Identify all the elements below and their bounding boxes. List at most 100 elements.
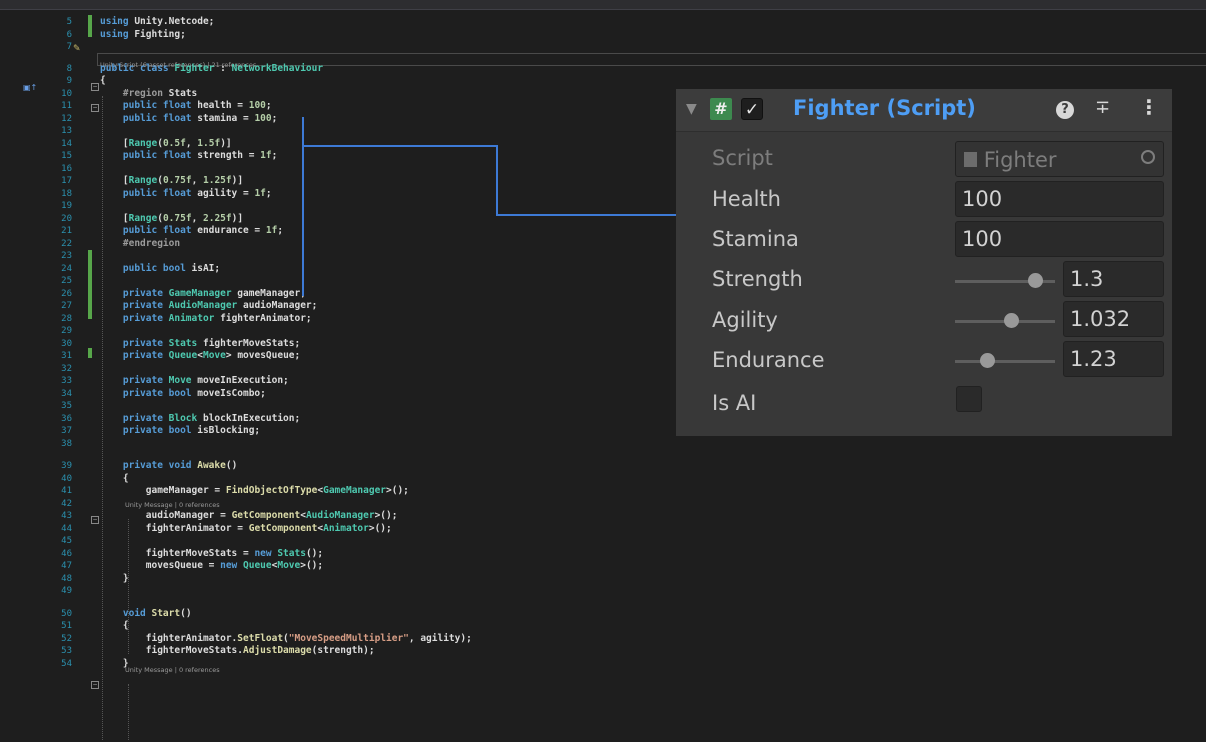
code-line[interactable]: private Stats fighterMoveStats;: [100, 338, 300, 349]
code-line[interactable]: }: [100, 573, 129, 584]
code-line[interactable]: fighterAnimator = GetComponent<Animator>…: [100, 523, 392, 534]
fold-toggle[interactable]: −: [91, 83, 99, 91]
line-number: 40: [61, 473, 72, 484]
code-line[interactable]: fighterMoveStats = new Stats();: [100, 548, 323, 559]
stamina-field[interactable]: 100: [955, 221, 1164, 257]
line-number: 46: [61, 548, 72, 559]
line-number: 51: [61, 621, 72, 631]
line-number: 29: [61, 326, 72, 336]
code-line[interactable]: public float health = 100;: [100, 101, 272, 111]
line-number: 41: [61, 486, 72, 496]
code-line[interactable]: public class Fighter : NetworkBehaviour: [100, 63, 323, 74]
code-line[interactable]: audioManager = GetComponent<AudioManager…: [100, 511, 398, 521]
presets-icon[interactable]: ∓: [1095, 97, 1110, 118]
codelens-start[interactable]: Unity Message | 0 references: [125, 665, 220, 675]
code-line[interactable]: using Unity.Netcode;: [100, 17, 214, 27]
line-number: 26: [61, 288, 72, 299]
unity-class-icon[interactable]: ▣↑: [23, 83, 37, 92]
change-marker: [88, 348, 92, 358]
code-line[interactable]: {: [100, 473, 129, 484]
endurance-field[interactable]: 1.23: [1063, 341, 1164, 377]
line-number: 16: [61, 163, 72, 174]
code-line[interactable]: public float agility = 1f;: [100, 188, 272, 199]
change-marker: [88, 15, 92, 37]
fold-toggle[interactable]: −: [91, 104, 99, 112]
line-number: 45: [61, 536, 72, 546]
line-number: 33: [61, 376, 72, 386]
code-line[interactable]: public float strength = 1f;: [100, 151, 277, 161]
code-line[interactable]: [Range(0.5f, 1.5f)]: [100, 138, 232, 149]
strength-slider-handle[interactable]: [1027, 273, 1043, 288]
code-line[interactable]: public float endurance = 1f;: [100, 226, 283, 236]
strength-field[interactable]: 1.3: [1063, 261, 1164, 297]
code-line[interactable]: {: [100, 76, 106, 86]
code-line[interactable]: fighterAnimator.SetFloat("MoveSpeedMulti…: [100, 633, 472, 644]
code-line[interactable]: gameManager = FindObjectOfType<GameManag…: [100, 486, 409, 496]
endurance-slider-handle[interactable]: [979, 353, 995, 368]
line-number: 43: [61, 511, 72, 521]
is-ai-checkbox[interactable]: [956, 386, 982, 412]
script-value: Fighter: [983, 148, 1057, 172]
code-line[interactable]: #region Stats: [100, 88, 197, 99]
line-number: 30: [61, 338, 72, 349]
line-number: 8: [66, 63, 72, 74]
more-options-icon[interactable]: ⋮: [1139, 95, 1159, 119]
line-number: 54: [61, 658, 72, 669]
agility-field[interactable]: 1.032: [1063, 301, 1164, 337]
script-label: Script: [712, 146, 773, 170]
health-field[interactable]: 100: [955, 181, 1164, 217]
line-number: 35: [61, 401, 72, 411]
code-line[interactable]: fighterMoveStats.AdjustDamage(strength);: [100, 646, 375, 656]
code-line[interactable]: [Range(0.75f, 1.25f)]: [100, 176, 243, 186]
code-line[interactable]: #endregion: [100, 238, 180, 249]
script-object-field[interactable]: Fighter: [955, 141, 1164, 177]
line-number: 18: [61, 188, 72, 199]
component-title: Fighter (Script): [793, 96, 976, 120]
line-number: 42: [61, 498, 72, 509]
change-marker: [88, 250, 92, 319]
code-line[interactable]: private Block blockInExecution;: [100, 413, 300, 424]
codelens-awake[interactable]: Unity Message | 0 references: [125, 500, 220, 510]
line-number: 52: [61, 633, 72, 644]
code-line[interactable]: private GameManager gameManager;: [100, 288, 306, 299]
code-line[interactable]: }: [100, 658, 129, 669]
agility-slider-handle[interactable]: [1003, 313, 1019, 328]
code-line[interactable]: private void Awake(): [100, 461, 237, 471]
component-header[interactable]: ▼ # ✓ Fighter (Script) ? ∓ ⋮: [676, 89, 1172, 132]
object-picker-icon[interactable]: [1141, 150, 1155, 164]
code-line[interactable]: movesQueue = new Queue<Move>();: [100, 561, 323, 571]
fold-toggle[interactable]: −: [91, 516, 99, 524]
code-line[interactable]: private Queue<Move> movesQueue;: [100, 351, 300, 361]
line-number: 15: [61, 151, 72, 161]
foldout-arrow-icon[interactable]: ▼: [686, 101, 697, 117]
strength-label: Strength: [712, 267, 803, 291]
code-line[interactable]: private bool moveIsCombo;: [100, 388, 266, 399]
line-number: 7: [66, 42, 72, 52]
fold-toggle[interactable]: −: [91, 681, 99, 689]
script-file-icon: [964, 152, 977, 167]
enabled-checkbox[interactable]: ✓: [741, 98, 763, 120]
line-number: 44: [61, 523, 72, 534]
code-line[interactable]: public bool isAI;: [100, 263, 220, 274]
line-number: 47: [61, 561, 72, 571]
code-line[interactable]: private bool isBlocking;: [100, 426, 260, 436]
code-line[interactable]: private AudioManager audioManager;: [100, 301, 317, 311]
csharp-script-icon: #: [710, 98, 732, 120]
code-line[interactable]: {: [100, 621, 129, 631]
edit-pencil-icon[interactable]: ✎: [73, 44, 81, 54]
line-number: 6: [66, 29, 72, 40]
health-label: Health: [712, 187, 781, 211]
line-number: 17: [61, 176, 72, 186]
code-line[interactable]: private Animator fighterAnimator;: [100, 313, 312, 324]
line-number: 23: [61, 251, 72, 261]
code-line[interactable]: void Start(): [100, 608, 192, 619]
code-line[interactable]: public float stamina = 100;: [100, 113, 277, 124]
line-number: 34: [61, 388, 72, 399]
endurance-slider-track[interactable]: [955, 360, 1055, 363]
agility-label: Agility: [712, 308, 778, 332]
code-line[interactable]: private Move moveInExecution;: [100, 376, 289, 386]
help-icon[interactable]: ?: [1056, 101, 1074, 119]
line-number: 12: [61, 113, 72, 124]
code-line[interactable]: using Fighting;: [100, 29, 186, 40]
code-line[interactable]: [Range(0.75f, 2.25f)]: [100, 213, 243, 224]
